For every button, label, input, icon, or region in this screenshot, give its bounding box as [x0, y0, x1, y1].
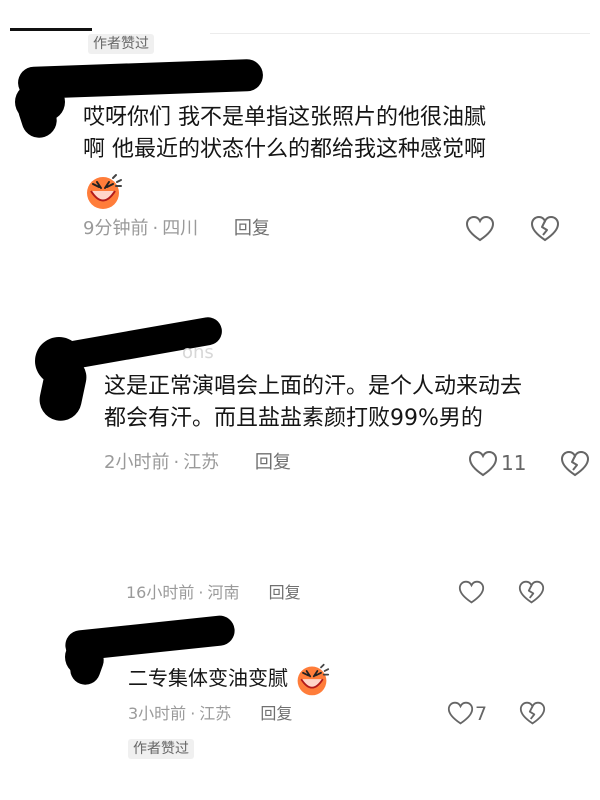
- broken-heart-icon[interactable]: [519, 700, 546, 727]
- comment-text: 二专集体变油变腻: [128, 666, 288, 690]
- comment-line: 啊 他最近的状态什么的都给我这种感觉啊: [83, 137, 486, 162]
- comment-line: 这是正常演唱会上面的汗。是个人动来动去: [104, 374, 523, 399]
- broken-heart-icon[interactable]: [518, 579, 545, 606]
- top-tab-indicator: [10, 28, 92, 31]
- laughing-emoji-icon: [297, 663, 330, 696]
- author-liked-badge-top: 作者赞过: [88, 33, 154, 54]
- comment-4-content: 二专集体变油变腻: [128, 662, 288, 694]
- comment-4-meta: 3小时前 · 江苏 回复: [128, 704, 293, 723]
- comment-location: 四川: [162, 218, 199, 239]
- heart-icon[interactable]: [447, 700, 474, 727]
- author-liked-badge: 作者赞过: [128, 739, 194, 759]
- laughing-emoji-icon: [87, 174, 122, 209]
- comment-time: 3小时前: [128, 704, 187, 723]
- reply-button[interactable]: 回复: [255, 452, 291, 473]
- comment-time: 2小时前: [104, 452, 170, 473]
- reply-button[interactable]: 回复: [234, 218, 270, 239]
- comment-line: 哎呀你们 我不是单指这张照片的他很油腻: [83, 105, 486, 130]
- author-liked-badge: 作者赞过: [88, 34, 154, 54]
- comment-time: 16小时前: [126, 583, 195, 602]
- comment-3-meta: 16小时前 · 河南 回复: [126, 583, 301, 602]
- reply-button[interactable]: 回复: [260, 704, 292, 723]
- comment-location: 河南: [207, 583, 240, 602]
- broken-heart-icon[interactable]: [530, 214, 560, 244]
- author-liked-badge-bottom: 作者赞过: [128, 738, 194, 759]
- comment-2-content: 这是正常演唱会上面的汗。是个人动来动去 都会有汗。而且盐盐素颜打败99%男的: [104, 371, 522, 435]
- heart-icon[interactable]: [465, 214, 495, 244]
- comment-2-meta: 2小时前 · 江苏 回复: [104, 452, 291, 473]
- comment-1-meta: 9分钟前 · 四川 回复: [83, 218, 270, 239]
- comment-line: 都会有汗。而且盐盐素颜打败99%男的: [104, 406, 483, 431]
- heart-icon[interactable]: [458, 579, 485, 606]
- comment-location: 江苏: [199, 704, 232, 723]
- comment-1-content: 哎呀你们 我不是单指这张照片的他很油腻 啊 他最近的状态什么的都给我这种感觉啊: [83, 102, 486, 166]
- like-count: 7: [475, 703, 488, 725]
- comment-location: 江苏: [183, 452, 220, 473]
- reply-button[interactable]: 回复: [269, 583, 301, 602]
- like-count: 11: [501, 451, 527, 475]
- heart-icon[interactable]: [468, 449, 498, 479]
- comment-time: 9分钟前: [83, 218, 149, 239]
- username-fragment: ons: [182, 342, 214, 363]
- broken-heart-icon[interactable]: [560, 449, 590, 479]
- redacted-username: [17, 58, 264, 100]
- divider-line: [210, 33, 590, 34]
